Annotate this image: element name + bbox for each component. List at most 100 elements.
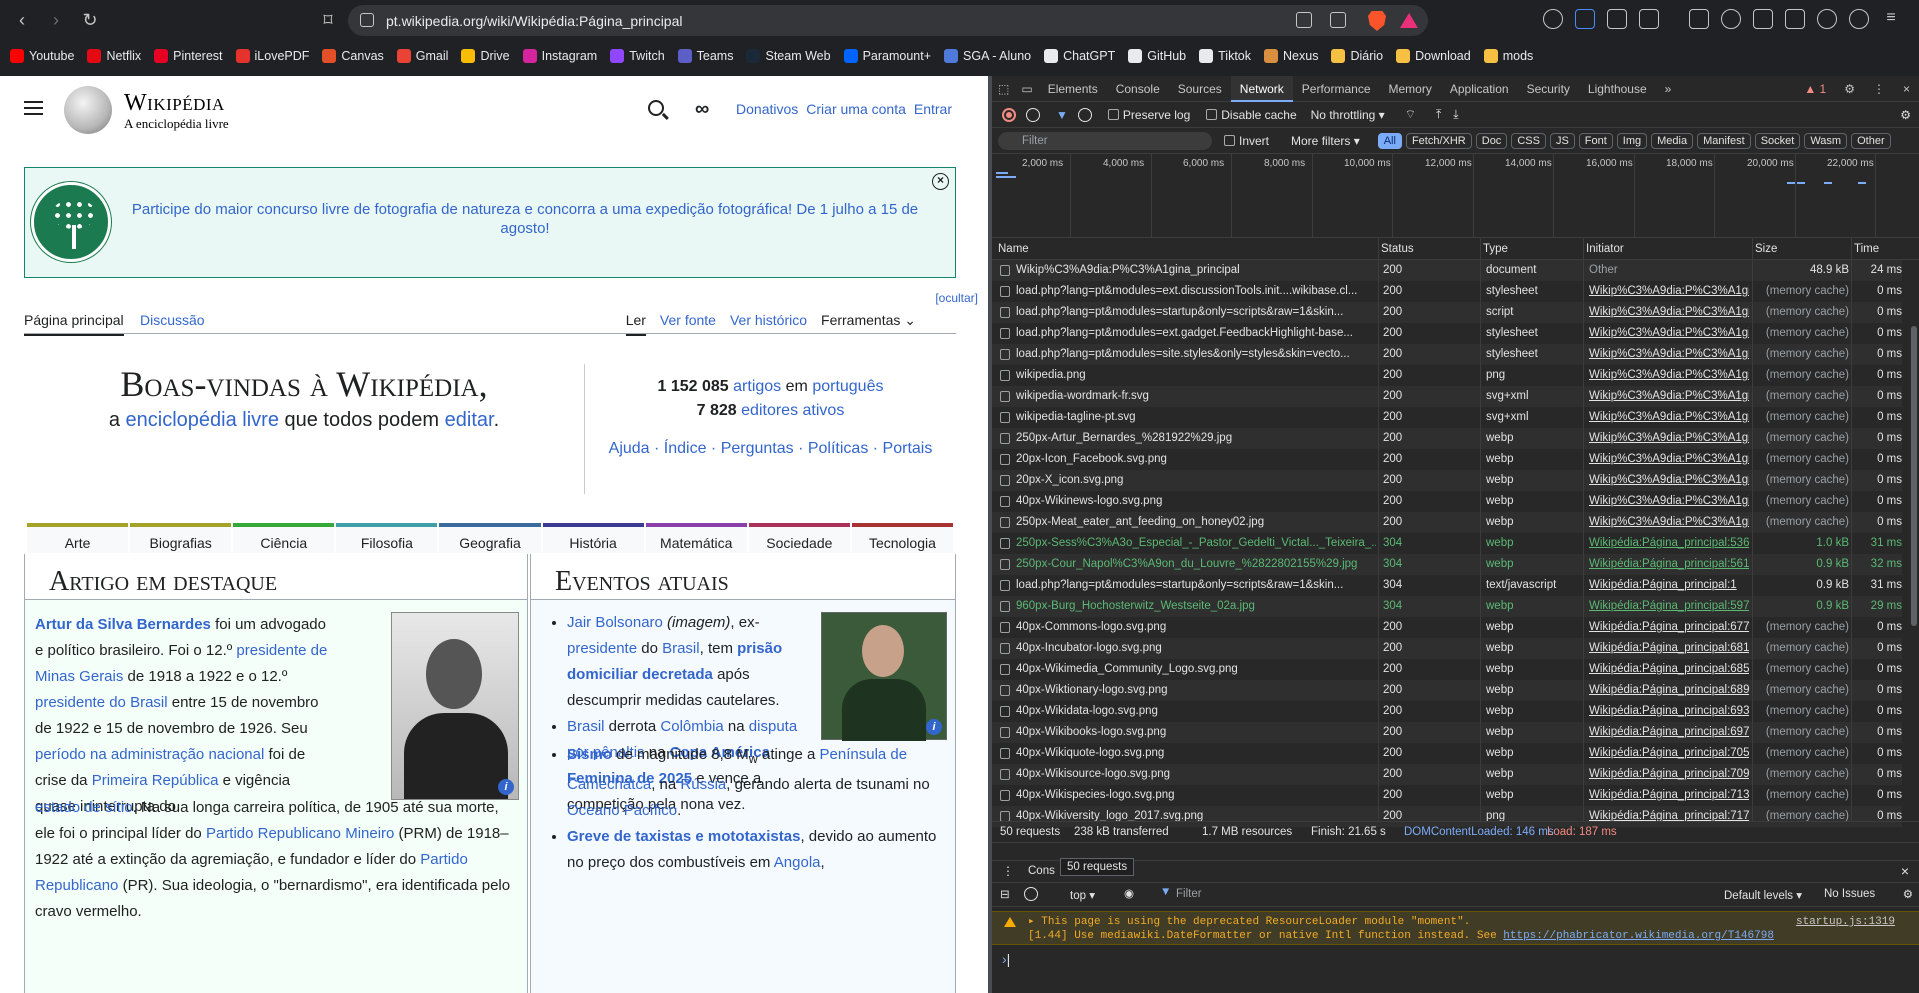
phabricator-link[interactable]: https://phabricator.wikimedia.org/T14679… [1503,930,1774,942]
link[interactable]: Primeira República [92,772,219,789]
table-row[interactable]: load.php?lang=pt&modules=startup&only=sc… [992,302,1902,323]
bookmark-item[interactable]: mods [1483,49,1533,63]
table-row[interactable]: 40px-Wikinews-logo.svg.png 200 webp Wikip%C… [992,491,1902,512]
help-links[interactable]: Ajuda · Índice · Perguntas · Políticas ·… [585,440,956,458]
portal-tecnologia[interactable]: Tecnologia [851,523,953,553]
close-banner-icon[interactable]: × [932,173,949,190]
cell-initiator[interactable]: Wikipédia:Página_principal:536 [1589,533,1749,554]
bookmark-item[interactable]: Netflix [87,49,141,63]
portal-matemática[interactable]: Matemática [645,523,747,553]
cell-initiator[interactable]: Wikip%C3%A9dia:P%C3%A1gi [1589,449,1749,470]
cell-name[interactable]: load.php?lang=pt&modules=ext.discussionT… [1016,281,1376,302]
bookmark-item[interactable]: Drive [461,49,510,63]
cell-initiator[interactable]: Wikip%C3%A9dia:P%C3%A1gi [1589,302,1749,323]
cell-name[interactable]: 40px-Wikimedia_Community_Logo.svg.png [1016,659,1376,680]
cell-name[interactable]: 20px-Icon_Facebook.svg.png [1016,449,1376,470]
table-row[interactable]: Wikip%C3%A9dia:P%C3%A1gina_principal 200 d… [992,260,1902,281]
cell-name[interactable]: 40px-Wikibooks-logo.svg.png [1016,722,1376,743]
cell-initiator[interactable]: Wikipédia:Página_principal:561 [1589,554,1749,575]
link[interactable]: Jair Bolsonaro [567,614,663,631]
network-conditions-icon[interactable]: ⌔ [1405,107,1416,122]
bookmark-item[interactable]: Paramount+ [843,49,931,63]
sidebar-toggle-icon[interactable]: ⊟ [1000,887,1010,901]
cell-initiator[interactable]: Wikipédia:Página_principal:1 [1589,575,1749,596]
type-filter-socket[interactable]: Socket [1754,132,1801,149]
type-filter-other[interactable]: Other [1851,132,1891,149]
bookmark-item[interactable]: Canvas [322,49,384,63]
type-filter-all[interactable]: All [1377,132,1402,149]
cell-name[interactable]: 40px-Incubator-logo.svg.png [1016,638,1376,659]
hide-banner-link[interactable]: [ocultar] [935,291,978,305]
info-icon[interactable]: i [498,779,514,795]
column-initiator[interactable]: Initiator [1586,243,1624,255]
search-icon[interactable] [648,100,664,116]
cell-name[interactable]: load.php?lang=pt&modules=startup&only=sc… [1016,302,1376,323]
tab-performance[interactable]: Performance [1293,76,1380,102]
more-filters-dropdown[interactable]: More filters ▾ [1291,134,1360,148]
portal-geografia[interactable]: Geografia [439,523,541,553]
table-row[interactable]: 40px-Wikibooks-logo.svg.png 200 webp Wikipé… [992,722,1902,743]
link[interactable]: estado de sítio [35,799,133,816]
close-drawer-icon[interactable]: × [1901,863,1909,879]
portal-história[interactable]: História [542,523,644,553]
brave-shields-icon[interactable] [1368,11,1386,31]
bookmark-item[interactable]: Nexus [1264,49,1318,63]
type-filter-wasm[interactable]: Wasm [1804,132,1848,149]
log-levels-select[interactable]: Default levels ▾ [1724,888,1802,902]
console-settings-icon[interactable]: ⚙ [1903,887,1913,901]
tab-lighthouse[interactable]: Lighthouse [1579,76,1656,102]
portal-arte[interactable]: Arte [27,523,129,553]
table-row[interactable]: 960px-Burg_Hochosterwitz_Westseite_02a.j… [992,596,1902,617]
table-row[interactable]: 40px-Wikisource-logo.svg.png 200 webp Wikip… [992,764,1902,785]
column-time[interactable]: Time [1854,243,1879,255]
cell-initiator[interactable]: Wikipédia:Página_principal:697 [1589,722,1749,743]
inspect-element-icon[interactable]: ⬚ [992,76,1015,102]
warning-source-link[interactable]: startup.js:1319 [1796,915,1895,929]
active-editors-link[interactable]: editores ativos [741,402,844,419]
more-tabs-icon[interactable]: » [1656,76,1681,102]
media-control-icon[interactable] [1721,9,1741,29]
cell-initiator[interactable]: Wikipédia:Página_principal:693 [1589,701,1749,722]
link[interactable]: presidente [567,640,637,657]
column-type[interactable]: Type [1483,243,1508,255]
network-overview-timeline[interactable]: 2,000 ms 4,000 ms 6,000 ms 8,000 ms 10,000 m… [992,154,1919,238]
cell-name[interactable]: 250px-Sess%C3%A3o_Especial_-_Pastor_Gede… [1016,533,1376,554]
table-row[interactable]: 40px-Wikispecies-logo.svg.png 200 webp Wiki… [992,785,1902,806]
sidebar-icon[interactable] [1753,9,1773,29]
bookmark-item[interactable]: Pinterest [154,49,223,63]
console-filter-input[interactable]: Filter [1176,888,1202,900]
table-row[interactable]: wikipedia-wordmark-fr.svg 200 svg+xml Wikip… [992,386,1902,407]
export-har-icon[interactable]: ⤓ [1453,107,1458,122]
type-filter-fetch-xhr[interactable]: Fetch/XHR [1405,132,1472,149]
cell-initiator[interactable]: Wikip%C3%A9dia:P%C3%A1gi [1589,281,1749,302]
puzzle-extensions-icon[interactable] [1607,9,1627,29]
table-row[interactable]: 20px-X_icon.svg.png 200 webp Wikip%C3%A9dia… [992,470,1902,491]
table-scrollbar[interactable] [1911,326,1917,626]
portal-ciência[interactable]: Ciência [233,523,335,553]
customize-icon[interactable]: ⋮ [1864,76,1894,102]
table-row[interactable]: 250px-Meat_eater_ant_feeding_on_honey02.… [992,512,1902,533]
cell-initiator[interactable]: Wikipédia:Página_principal:681 [1589,638,1749,659]
column-name[interactable]: Name [998,243,1029,255]
vpn-shield-icon[interactable] [1849,9,1869,29]
bookmark-item[interactable]: Youtube [10,49,74,63]
table-row[interactable]: 40px-Wikimedia_Community_Logo.svg.png 200… [992,659,1902,680]
wallet-icon[interactable] [1785,9,1805,29]
type-filter-css[interactable]: CSS [1511,132,1546,149]
bookmark-item[interactable]: Steam Web [746,49,831,63]
cell-name[interactable]: load.php?lang=pt&modules=ext.gadget.Feed… [1016,323,1376,344]
leo-ai-icon[interactable] [1817,9,1837,29]
cell-initiator[interactable]: Wikipédia:Página_principal:677 [1589,617,1749,638]
bookmark-item[interactable]: Instagram [522,49,597,63]
tab-network[interactable]: Network [1230,76,1293,102]
appearance-icon[interactable]: ∞ [695,98,709,121]
cell-initiator[interactable]: Wikip%C3%A9dia:P%C3%A1gi [1589,491,1749,512]
reader-mode-icon[interactable] [1296,12,1312,28]
search-icon[interactable] [1077,107,1092,122]
invert-checkbox[interactable] [1224,135,1235,146]
throttling-select[interactable]: No throttling ▾ [1311,108,1385,122]
cell-initiator[interactable]: Wikipédia:Página_principal:689 [1589,680,1749,701]
import-har-icon[interactable]: ⤒ [1436,107,1441,122]
cell-initiator[interactable]: Wikip%C3%A9dia:P%C3%A1gi [1589,407,1749,428]
device-toolbar-icon[interactable]: ▭ [1015,76,1038,102]
